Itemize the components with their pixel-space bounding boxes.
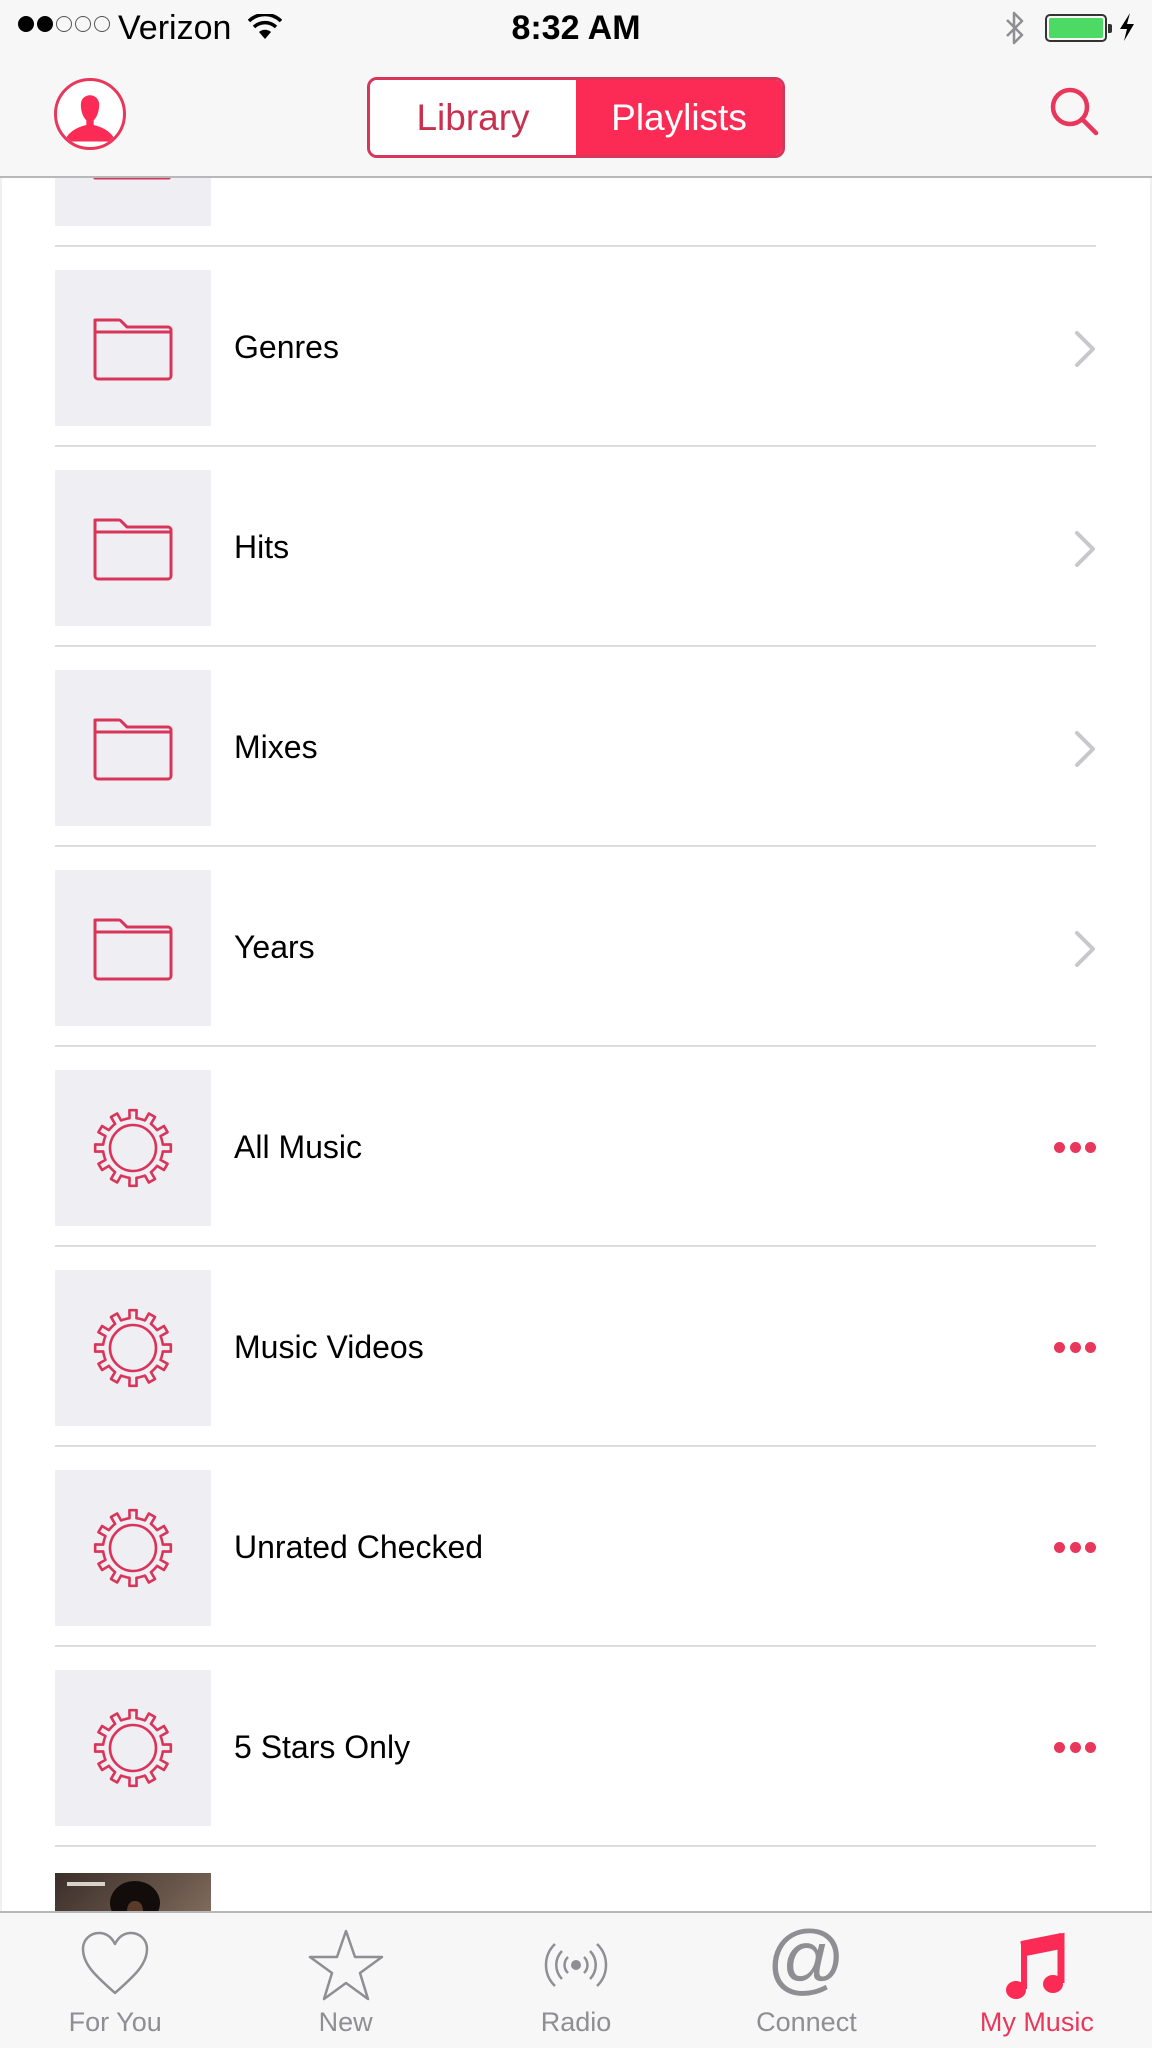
folder-icon [93,918,173,981]
gear-icon [93,1308,173,1388]
gear-icon [93,1108,173,1188]
battery-icon [1045,14,1112,42]
more-dot [1054,1341,1065,1353]
playlist-title: Genres [234,329,339,365]
gear-icon [93,1708,173,1788]
search-icon[interactable] [1047,84,1101,138]
tab-label: Radio [540,2007,612,2037]
playlist-thumb [55,670,211,826]
status-time: 8:32 AM [511,9,641,47]
more-dot [1069,1541,1081,1553]
tab-label: New [318,2007,373,2037]
playlist-row-mixes[interactable]: Mixes [0,647,1152,847]
playlist-title: Mixes [234,729,318,765]
more-dot [1085,1541,1096,1553]
playlist-title: Years [234,929,315,965]
playlist-row-hits[interactable]: Hits [0,447,1152,647]
playlist-title: Unrated Checked [234,1529,484,1565]
segment-playlists[interactable]: Playlists [576,80,782,155]
tab-new[interactable]: New [230,1913,460,2048]
playlist-row-5-stars-only[interactable]: 5 Stars Only [0,1647,1152,1847]
folder-icon [93,718,173,781]
more-options-button[interactable] [1054,1537,1096,1557]
tab-radio[interactable]: Radio [461,1913,691,2048]
album-art-text [67,1882,105,1886]
playlist-thumb [55,1270,211,1426]
playlist-title: 5 Stars Only [234,1729,411,1765]
tab-for-you[interactable]: For You [0,1913,230,2048]
nav-bar: Library Playlists [0,56,1152,178]
folder-icon [93,518,173,581]
playlist-row-music-videos[interactable]: Music Videos [0,1247,1152,1447]
playlist-title: All Music [234,1129,363,1165]
library-playlists-segmented-control: Library Playlists [367,77,785,158]
charging-bolt-icon [1120,13,1134,41]
tab-bar: For You New Radio @ Connect My Music [0,1911,1152,2048]
playlist-row-years[interactable]: Years [0,847,1152,1047]
more-dot [1054,1741,1065,1753]
more-options-button[interactable] [1054,1737,1096,1757]
music-note-icon [1005,1932,1065,1999]
playlist-thumb [55,1670,211,1826]
playlist-row-genres[interactable]: Genres [0,247,1152,447]
row-separator [55,1845,1096,1847]
profile-icon [64,95,116,142]
tab-connect[interactable]: @ Connect [691,1913,921,2048]
svg-text:@: @ [768,1927,844,2002]
more-dot [1085,1741,1096,1753]
at-icon: @ [768,1927,844,2002]
playlist-title: Hits [234,529,290,565]
playlist-thumb [55,870,211,1026]
chevron-right-icon [1075,931,1095,967]
bluetooth-icon [1006,11,1024,45]
chevron-right-icon [1075,331,1095,367]
more-dot [1085,1341,1096,1353]
heart-icon [81,1931,149,1995]
playlist-thumb [55,1470,211,1626]
radio-icon [544,1943,608,1987]
chevron-right-icon [1075,531,1095,567]
more-dot [1054,1541,1065,1553]
playlist-title: Music Videos [234,1329,424,1365]
gear-icon [93,1508,173,1588]
more-dot [1085,1141,1096,1153]
tab-my-music[interactable]: My Music [922,1913,1152,2048]
segment-library[interactable]: Library [370,80,576,155]
chevron-right-icon [1075,731,1095,767]
star-icon [308,1929,383,2001]
tab-label: My Music [979,2007,1094,2037]
more-dot [1054,1141,1065,1153]
playlist-row-all-music[interactable]: All Music [0,1047,1152,1247]
left-edge [0,178,2,1912]
status-bar: Verizon 8:32 AM [0,0,1152,56]
more-dot [1069,1741,1081,1753]
folder-icon [93,318,173,381]
playlist-thumb [55,270,211,426]
more-options-button[interactable] [1054,1137,1096,1157]
profile-button[interactable] [54,78,126,150]
tab-label: For You [68,2007,162,2037]
more-dot [1069,1141,1081,1153]
more-dot [1069,1341,1081,1353]
playlist-thumb [55,1070,211,1226]
more-options-button[interactable] [1054,1337,1096,1357]
playlist-row-unrated-checked[interactable]: Unrated Checked [0,1447,1152,1647]
playlist-thumb [55,470,211,626]
tab-label: Connect [756,2007,857,2037]
